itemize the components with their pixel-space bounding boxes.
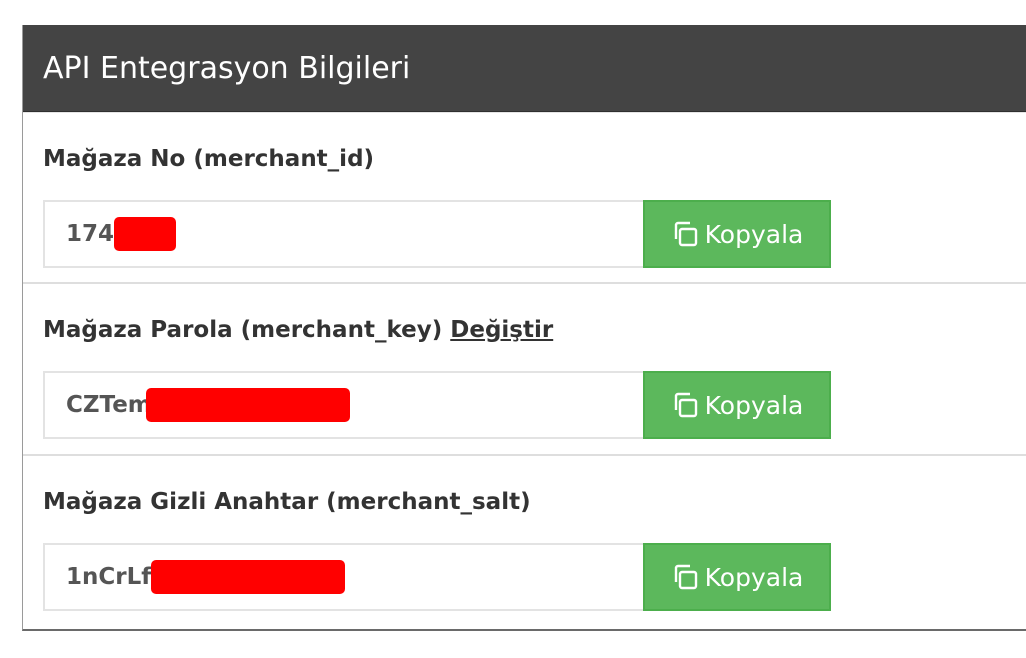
merchant-id-field-row: 174 Kopyala	[43, 200, 831, 268]
merchant-key-label: Mağaza Parola (merchant_key)	[43, 317, 443, 343]
copy-button-label: Kopyala	[704, 562, 804, 592]
copy-icon	[674, 392, 697, 418]
copy-merchant-salt-button[interactable]: Kopyala	[643, 543, 831, 611]
copy-merchant-id-button[interactable]: Kopyala	[643, 200, 831, 268]
redaction-mark	[145, 388, 350, 422]
redaction-mark	[151, 560, 346, 594]
merchant-salt-field[interactable]: 1nCrLf	[43, 543, 643, 611]
redaction-mark	[114, 217, 177, 251]
copy-merchant-key-button[interactable]: Kopyala	[643, 371, 831, 439]
merchant-salt-value: 1nCrLf	[66, 564, 152, 590]
merchant-id-field[interactable]: 174	[43, 200, 643, 268]
copy-button-label: Kopyala	[704, 219, 804, 249]
copy-icon	[674, 564, 697, 590]
merchant-salt-label: Mağaza Gizli Anahtar (merchant_salt)	[43, 489, 531, 515]
api-integration-panel: API Entegrasyon Bilgileri Mağaza No (mer…	[22, 25, 1026, 631]
merchant-salt-section: Mağaza Gizli Anahtar (merchant_salt) 1nC…	[23, 456, 1026, 629]
merchant-key-value: CZTem	[66, 392, 152, 418]
copy-icon	[674, 221, 697, 247]
merchant-key-field[interactable]: CZTem	[43, 371, 643, 439]
merchant-key-field-row: CZTem Kopyala	[43, 371, 831, 439]
panel-title: API Entegrasyon Bilgileri	[23, 25, 1026, 112]
merchant-salt-field-row: 1nCrLf Kopyala	[43, 543, 831, 611]
merchant-key-label-row: Mağaza Parola (merchant_key) Değiştir	[43, 317, 553, 343]
merchant-id-value: 174	[66, 221, 115, 247]
merchant-id-section: Mağaza No (merchant_id) 174 Kopyala	[23, 112, 1026, 284]
copy-button-label: Kopyala	[704, 390, 804, 420]
change-merchant-key-link[interactable]: Değiştir	[450, 317, 553, 343]
merchant-id-label: Mağaza No (merchant_id)	[43, 146, 375, 172]
merchant-key-section: Mağaza Parola (merchant_key) Değiştir CZ…	[23, 284, 1026, 456]
